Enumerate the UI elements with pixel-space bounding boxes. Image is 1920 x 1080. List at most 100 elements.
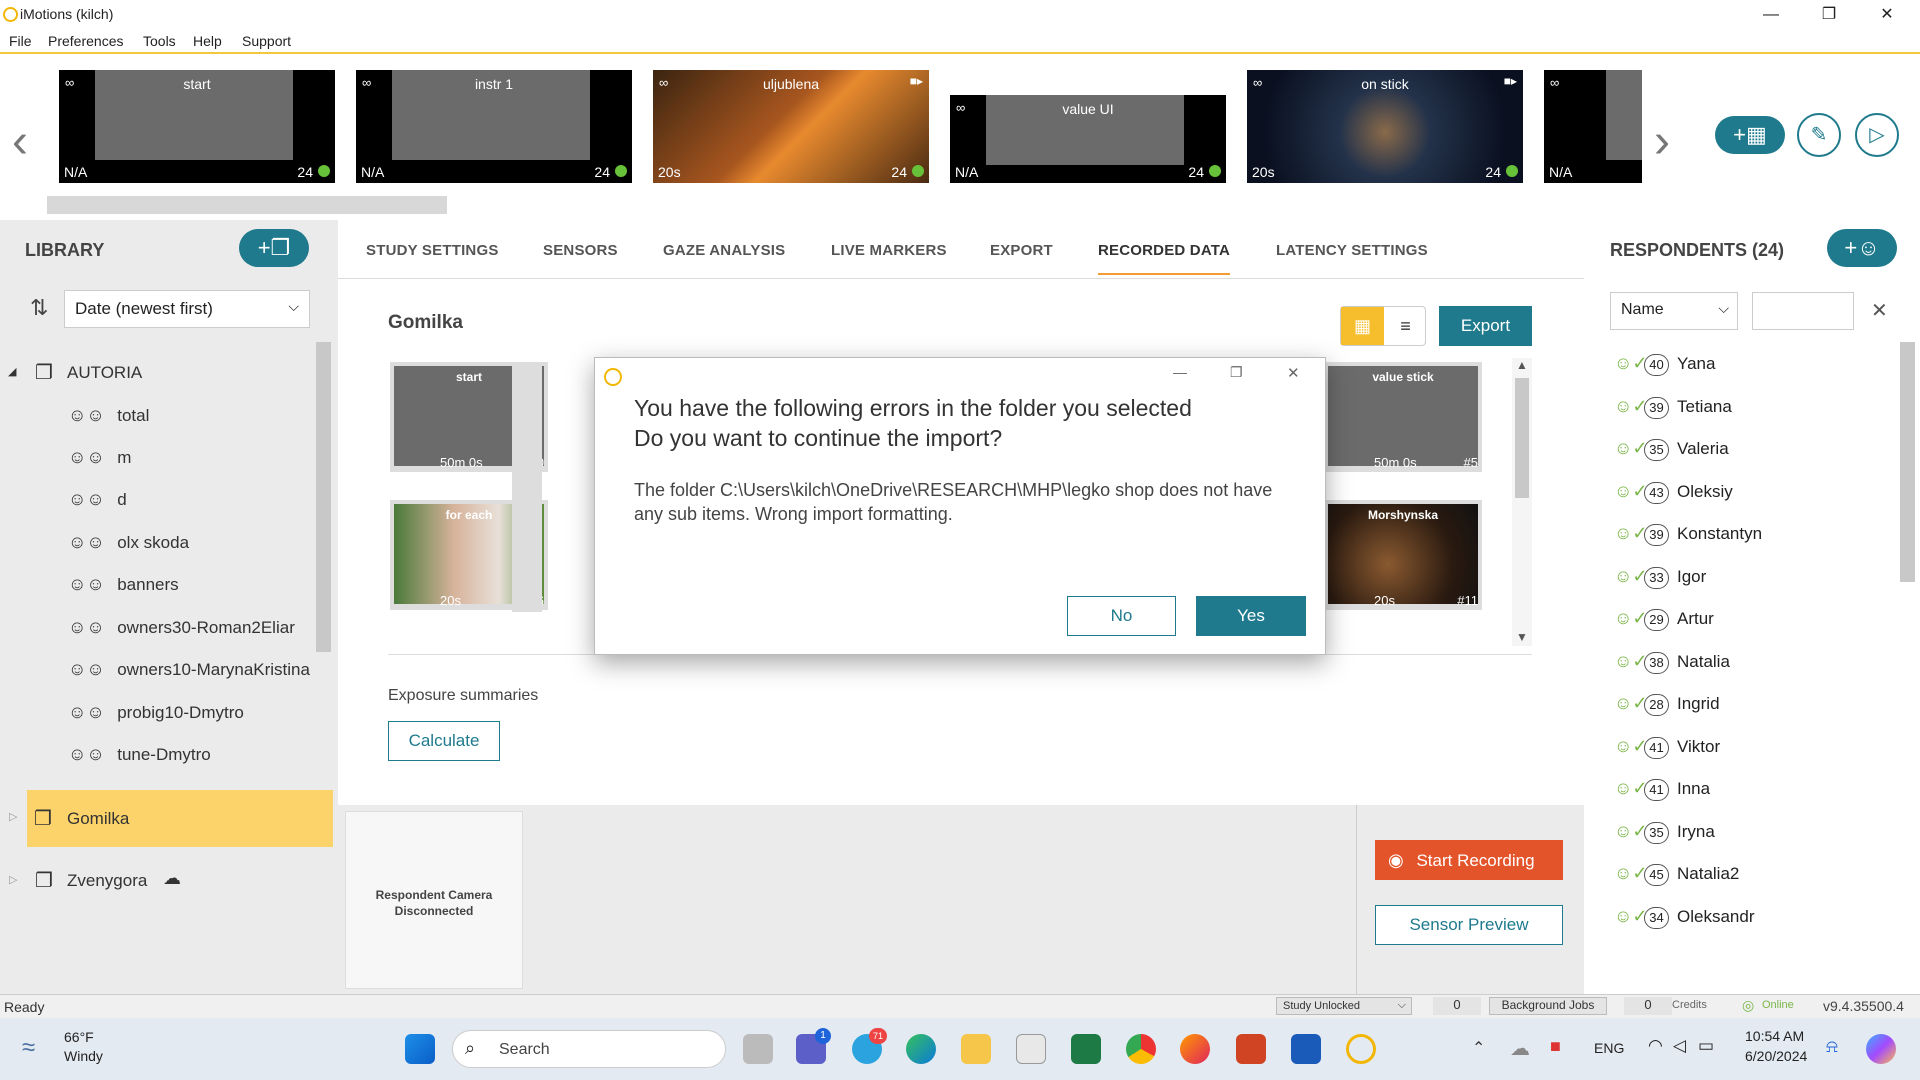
no-button[interactable]: No [1067,596,1176,636]
grid-scrollbar[interactable]: ▲ ▼ [1512,358,1532,646]
sensor-preview-button[interactable]: Sensor Preview [1375,905,1563,945]
slide-thumbnail[interactable]: ∞ N/A [1544,70,1642,183]
filter-field-select[interactable]: Name ⌵ [1610,292,1738,330]
chevron-right-icon[interactable]: › [1654,114,1670,169]
chrome-icon[interactable] [1126,1034,1156,1064]
recording-thumbnail[interactable]: Morshynska 20s #11 [1324,500,1482,610]
study-lock-select[interactable]: Study Unlocked ⌵ [1276,997,1412,1015]
respondent-group[interactable]: ☺☺ probig10-Dmytro [68,702,244,723]
slide-thumbnail[interactable]: ∞ instr 1 N/A 24 [356,70,632,183]
slide-thumbnail[interactable]: ∞ uljublena ■▸ 20s 24 [653,70,929,183]
firefox-icon[interactable] [1180,1034,1210,1064]
tab-gaze-analysis[interactable]: GAZE ANALYSIS [663,242,785,259]
play-icon[interactable]: ▷ [1855,113,1899,157]
onedrive-icon[interactable]: ☁ [1510,1036,1530,1061]
clear-filter-icon[interactable]: ✕ [1871,298,1888,323]
cloud-upload-icon[interactable]: ☁ [163,868,181,889]
respondent-row[interactable]: ☺✓ 39 Konstantyn [1614,523,1762,546]
scroll-down-icon[interactable]: ▼ [1516,630,1528,644]
battery-icon[interactable]: ▭ [1698,1036,1714,1056]
library-scrollbar[interactable] [316,342,331,652]
excel-icon[interactable] [1071,1034,1101,1064]
maximize-button[interactable]: ❐ [1800,0,1858,29]
menu-file[interactable]: File [9,33,32,49]
edit-icon[interactable]: ✎ [1797,113,1841,157]
chevron-up-icon[interactable]: ⌃ [1472,1038,1485,1058]
slide-thumbnail[interactable]: ∞ start N/A 24 [59,70,335,183]
close-button[interactable]: ✕ [1858,0,1916,29]
respondent-group[interactable]: ☺☺ m [68,447,131,468]
respondent-row[interactable]: ☺✓ 35 Iryna [1614,821,1715,844]
clock-time[interactable]: 10:54 AM [1745,1028,1804,1044]
clock-date[interactable]: 6/20/2024 [1745,1048,1807,1064]
export-button[interactable]: Export [1439,306,1532,346]
slide-thumbnail[interactable]: ∞ on stick ■▸ 20s 24 [1247,70,1523,183]
study-row-selected[interactable]: ❐ Gomilka [27,790,333,847]
respondent-group[interactable]: ☺☺ owners10-MarynaKristina [68,659,310,680]
imotions-taskbar-icon[interactable] [1346,1034,1376,1064]
respondents-scrollbar[interactable] [1900,342,1915,582]
list-view-icon[interactable]: ≡ [1384,307,1427,345]
menu-tools[interactable]: Tools [143,33,176,49]
tab-export[interactable]: EXPORT [990,242,1053,259]
file-explorer-icon[interactable] [961,1034,991,1064]
collapse-arrow-icon[interactable]: ◢ [8,365,16,378]
weather-icon[interactable]: ≈ [22,1034,35,1062]
volume-icon[interactable]: ◁ [1673,1036,1686,1056]
minimize-button[interactable]: — [1742,0,1800,29]
add-study-button[interactable]: +❐ [239,229,309,267]
respondent-row[interactable]: ☺✓ 41 Inna [1614,778,1710,801]
expand-arrow-icon[interactable]: ▷ [9,873,17,886]
respondent-row[interactable]: ☺✓ 29 Artur [1614,608,1714,631]
tab-sensors[interactable]: SENSORS [543,242,618,259]
scroll-up-icon[interactable]: ▲ [1516,358,1528,372]
maximize-button[interactable]: ❐ [1230,364,1243,381]
tab-study-settings[interactable]: STUDY SETTINGS [366,242,499,259]
respondent-row[interactable]: ☺✓ 41 Viktor [1614,736,1720,759]
menu-support[interactable]: Support [242,33,291,49]
menu-help[interactable]: Help [193,33,222,49]
background-jobs-button[interactable]: Background Jobs [1489,997,1607,1015]
store-icon[interactable] [1016,1034,1046,1064]
powerpoint-icon[interactable] [1236,1034,1266,1064]
slide-thumbnail[interactable]: ∞ value UI N/A 24 [950,95,1226,183]
respondent-row[interactable]: ☺✓ 43 Oleksiy [1614,481,1733,504]
respondent-row[interactable]: ☺✓ 40 Yana [1614,353,1715,376]
notification-icon[interactable]: ⍾ [1826,1036,1838,1057]
respondent-group[interactable]: ☺☺ owners30-Roman2Eliar [68,617,295,638]
expand-arrow-icon[interactable]: ▷ [9,810,17,823]
close-button[interactable]: ✕ [1287,364,1300,382]
chevron-left-icon[interactable]: ‹ [12,114,28,169]
respondent-row[interactable]: ☺✓ 28 Ingrid [1614,693,1720,716]
strip-scrollbar[interactable] [47,196,447,214]
app-tray-icon[interactable]: ■ [1550,1036,1561,1057]
respondent-row[interactable]: ☺✓ 38 Natalia [1614,651,1730,674]
respondent-row[interactable]: ☺✓ 39 Tetiana [1614,396,1732,419]
edge-icon[interactable] [906,1034,936,1064]
sort-icon[interactable]: ⇅ [30,295,48,321]
filter-input[interactable] [1752,292,1854,330]
view-toggle[interactable]: ▦ ≡ [1340,306,1426,346]
respondent-group[interactable]: ☺☺ total [68,405,149,426]
tab-latency-settings[interactable]: LATENCY SETTINGS [1276,242,1428,259]
recording-thumbnail[interactable]: value stick 50m 0s #5 [1324,362,1482,472]
yes-button[interactable]: Yes [1196,596,1306,636]
word-icon[interactable] [1291,1034,1321,1064]
respondent-row[interactable]: ☺✓ 33 Igor [1614,566,1706,589]
respondent-group[interactable]: ☺☺ banners [68,574,179,595]
tab-recorded-data[interactable]: RECORDED DATA [1098,242,1231,275]
start-recording-button[interactable]: ◉ Start Recording [1375,840,1563,880]
scroll-thumb[interactable] [1515,378,1529,498]
study-name[interactable]: Zvenygora [67,871,147,891]
tab-live-markers[interactable]: LIVE MARKERS [831,242,947,259]
grid-view-icon[interactable]: ▦ [1341,307,1384,345]
language-indicator[interactable]: ENG [1594,1040,1624,1056]
taskbar-search[interactable]: ⌕ Search [452,1030,726,1068]
sort-select[interactable]: Date (newest first) ⌵ [64,290,310,328]
add-respondent-button[interactable]: +☺ [1827,229,1897,267]
windows-start-icon[interactable] [405,1034,435,1064]
copilot-icon[interactable] [1866,1034,1896,1064]
respondent-group[interactable]: ☺☺ tune-Dmytro [68,744,211,765]
wifi-icon[interactable]: ◠ [1648,1036,1663,1056]
respondent-row[interactable]: ☺✓ 34 Oleksandr [1614,906,1754,929]
